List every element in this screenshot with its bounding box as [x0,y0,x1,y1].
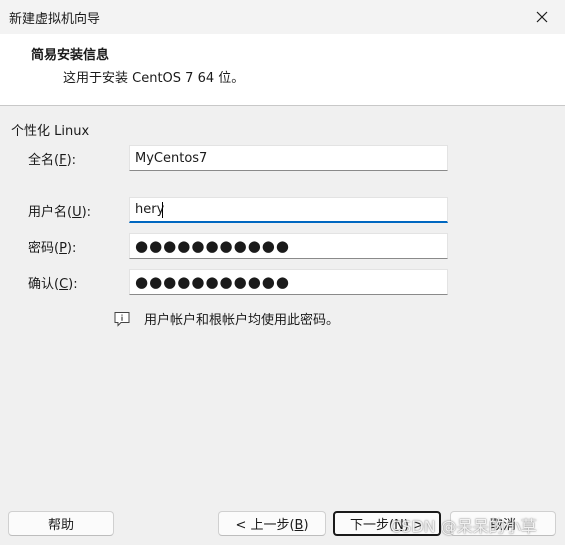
fullname-label: 全名(F): [28,153,77,168]
confirm-label: 确认(C): [28,277,78,292]
next-button-label: 下一步(N) > [350,518,424,533]
window-title: 新建虚拟机向导 [9,12,101,27]
close-icon [536,11,548,23]
page-subtitle: 这用于安装 CentOS 7 64 位。 [63,71,245,86]
title-bar: 新建虚拟机向导 [0,0,565,34]
back-button-label: < 上一步(B) [235,518,309,533]
header-panel: 简易安装信息 这用于安装 CentOS 7 64 位。 [0,34,565,105]
fullname-input[interactable] [129,145,448,171]
text-caret [162,202,163,218]
password-input[interactable] [129,233,448,259]
back-button[interactable]: < 上一步(B) [218,511,326,536]
section-label: 个性化 Linux [11,124,90,139]
username-label: 用户名(U): [28,205,92,220]
help-button-label: 帮助 [47,518,74,533]
header-divider [0,105,565,106]
cancel-button-label: 取消 [489,518,516,533]
next-button[interactable]: 下一步(N) > [333,511,441,536]
info-comment-icon [114,311,130,327]
confirm-password-input[interactable] [129,269,448,295]
cancel-button[interactable]: 取消 [450,511,556,536]
info-row: 用户帐户和根帐户均使用此密码。 [113,309,339,328]
password-label: 密码(P): [28,241,77,256]
info-text: 用户帐户和根帐户均使用此密码。 [144,313,340,328]
close-button[interactable] [519,0,565,34]
wizard-window: 新建虚拟机向导 简易安装信息 这用于安装 CentOS 7 64 位。 个性化 … [0,0,565,545]
help-button[interactable]: 帮助 [8,511,114,536]
page-title: 简易安装信息 [31,48,110,63]
username-input[interactable] [129,197,448,223]
